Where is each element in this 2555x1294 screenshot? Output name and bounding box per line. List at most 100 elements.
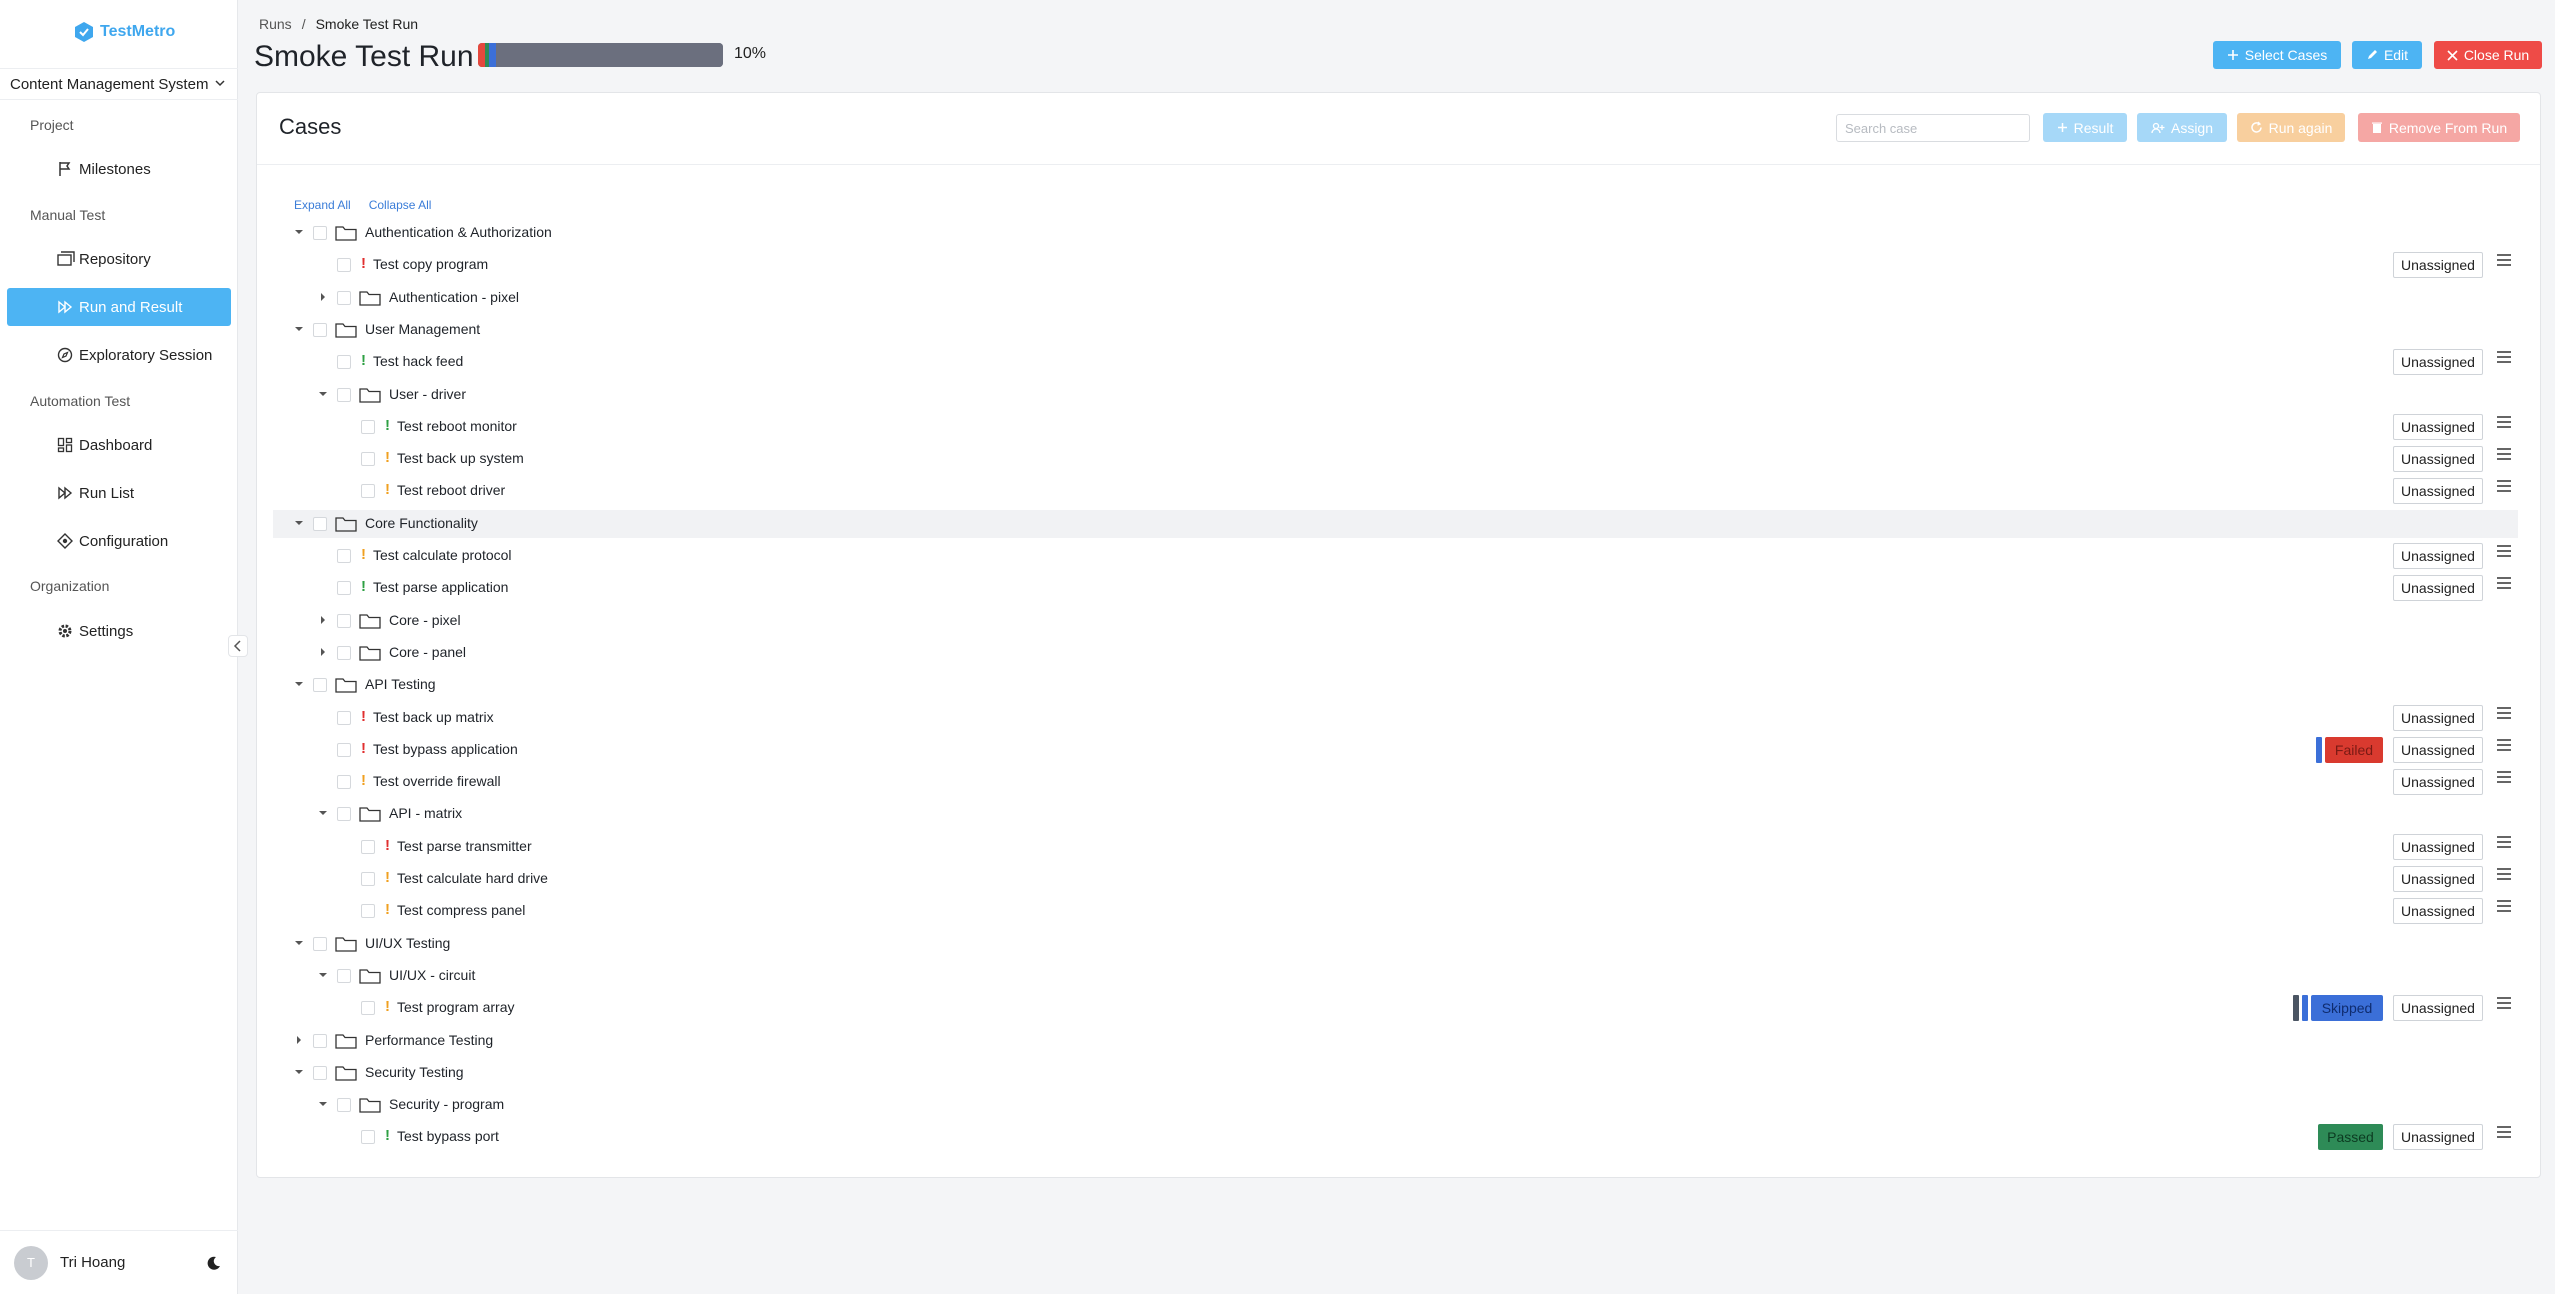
sidebar-item-dashboard[interactable]: Dashboard [7,426,231,464]
tree-folder-row[interactable]: Performance Testing [273,1027,2518,1055]
assignee-select[interactable]: Unassigned [2393,575,2483,602]
case-title[interactable]: Test back up system [397,450,524,466]
assignee-select[interactable]: Unassigned [2393,252,2483,279]
tree-folder-row[interactable]: Authentication - pixel [273,284,2518,312]
status-badge[interactable]: Failed [2325,736,2383,763]
sidebar-collapse-button[interactable] [228,635,248,657]
caret-right-icon[interactable] [318,292,328,302]
tree-case-row[interactable]: ! Test hack feed Unassigned [273,348,2518,376]
sidebar-item-settings[interactable]: Settings [7,612,231,650]
assignee-select[interactable]: Unassigned [2393,349,2483,376]
row-checkbox[interactable] [313,1033,327,1048]
row-menu-icon[interactable] [2497,706,2511,719]
tree-folder-row[interactable]: Authentication & Authorization [273,219,2518,247]
tree-folder-row[interactable]: Core - pixel [273,607,2518,635]
tree-folder-row[interactable]: Core - panel [273,639,2518,667]
row-checkbox[interactable] [313,516,327,531]
caret-down-icon[interactable] [294,518,304,528]
case-title[interactable]: Test hack feed [373,353,463,369]
row-menu-icon[interactable] [2497,738,2511,751]
row-menu-icon[interactable] [2497,771,2511,783]
row-checkbox[interactable] [361,419,375,434]
tree-case-row[interactable]: ! Test program array Skipped Unassigned [273,994,2518,1022]
assignee-select[interactable]: Unassigned [2393,833,2483,860]
row-checkbox[interactable] [313,226,327,240]
row-checkbox[interactable] [361,484,375,499]
case-title[interactable]: Test reboot monitor [397,418,517,434]
case-title[interactable]: Test compress panel [397,902,525,918]
tree-folder-row[interactable]: Security - program [273,1091,2518,1119]
assignee-select[interactable]: Unassigned [2393,769,2483,796]
caret-down-icon[interactable] [294,1067,304,1077]
result-history-bar[interactable] [2302,995,2308,1022]
row-checkbox[interactable] [337,807,351,822]
row-menu-icon[interactable] [2497,835,2511,848]
close-run-button[interactable]: Close Run [2434,41,2542,69]
assignee-select[interactable]: Unassigned [2393,736,2483,763]
tree-case-row[interactable]: ! Test compress panel Unassigned [273,897,2518,925]
caret-right-icon[interactable] [318,615,328,625]
case-title[interactable]: Test back up matrix [373,709,494,725]
case-title[interactable]: Test calculate protocol [373,547,512,563]
caret-down-icon[interactable] [294,324,304,334]
row-checkbox[interactable] [337,581,351,596]
assignee-select[interactable]: Unassigned [2393,898,2483,925]
row-menu-icon[interactable] [2497,351,2511,363]
case-title[interactable]: Test parse application [373,579,508,595]
sidebar-item-run-and-result[interactable]: Run and Result [7,288,231,326]
case-title[interactable]: Test override firewall [373,773,501,789]
tree-folder-row[interactable]: User Management [273,316,2518,344]
tree-case-row[interactable]: ! Test override firewall Unassigned [273,768,2518,796]
tree-case-row[interactable]: ! Test parse transmitter Unassigned [273,833,2518,861]
row-checkbox[interactable] [337,1098,351,1113]
tree-case-row[interactable]: ! Test calculate hard drive Unassigned [273,865,2518,893]
breadcrumb-runs[interactable]: Runs [259,16,292,32]
tree-case-row[interactable]: ! Test parse application Unassigned [273,574,2518,602]
tree-folder-row[interactable]: UI/UX - circuit [273,962,2518,990]
caret-down-icon[interactable] [318,808,328,818]
remove-from-run-button[interactable]: Remove From Run [2358,113,2520,142]
result-history-bar[interactable] [2316,736,2322,763]
case-title[interactable]: Test bypass port [397,1128,499,1144]
assignee-select[interactable]: Unassigned [2393,543,2483,569]
row-checkbox[interactable] [361,904,375,919]
case-title[interactable]: Test program array [397,999,514,1015]
row-checkbox[interactable] [361,452,375,467]
tree-case-row[interactable]: ! Test calculate protocol Unassigned [273,542,2518,570]
row-checkbox[interactable] [361,1001,375,1016]
tree-case-row[interactable]: ! Test back up system Unassigned [273,445,2518,473]
case-title[interactable]: Test parse transmitter [397,838,532,854]
expand-all-link[interactable]: Expand All [294,198,351,212]
caret-down-icon[interactable] [318,389,328,399]
run-again-button[interactable]: Run again [2237,113,2345,142]
assignee-select[interactable]: Unassigned [2393,704,2483,731]
result-button[interactable]: Result [2043,113,2127,142]
caret-right-icon[interactable] [294,1035,304,1045]
row-checkbox[interactable] [337,549,351,563]
app-logo[interactable]: TestMetro [72,20,175,44]
tree-folder-row[interactable]: Core Functionality [273,509,2518,538]
row-checkbox[interactable] [313,678,327,693]
row-checkbox[interactable] [337,645,351,660]
assignee-select[interactable]: Unassigned [2393,866,2483,892]
tree-case-row[interactable]: ! Test bypass port Passed Unassigned [273,1123,2518,1151]
assignee-select[interactable]: Unassigned [2393,413,2483,440]
row-checkbox[interactable] [337,290,351,305]
row-checkbox[interactable] [337,613,351,628]
tree-folder-row[interactable]: Security Testing [273,1059,2518,1087]
tree-folder-row[interactable]: User - driver [273,381,2518,409]
tree-folder-row[interactable]: API Testing [273,671,2518,699]
row-checkbox[interactable] [337,742,351,757]
row-checkbox[interactable] [337,355,351,370]
sidebar-item-repository[interactable]: Repository [7,240,231,278]
case-title[interactable]: Test reboot driver [397,482,505,498]
row-checkbox[interactable] [337,968,351,983]
moon-icon[interactable] [206,1255,222,1271]
assignee-select[interactable]: Unassigned [2393,446,2483,473]
sidebar-item-milestones[interactable]: Milestones [7,150,231,188]
row-menu-icon[interactable] [2497,868,2511,880]
result-history-bar[interactable] [2293,995,2299,1022]
row-checkbox[interactable] [361,872,375,886]
row-checkbox[interactable] [337,775,351,790]
tree-case-row[interactable]: ! Test back up matrix Unassigned [273,704,2518,732]
